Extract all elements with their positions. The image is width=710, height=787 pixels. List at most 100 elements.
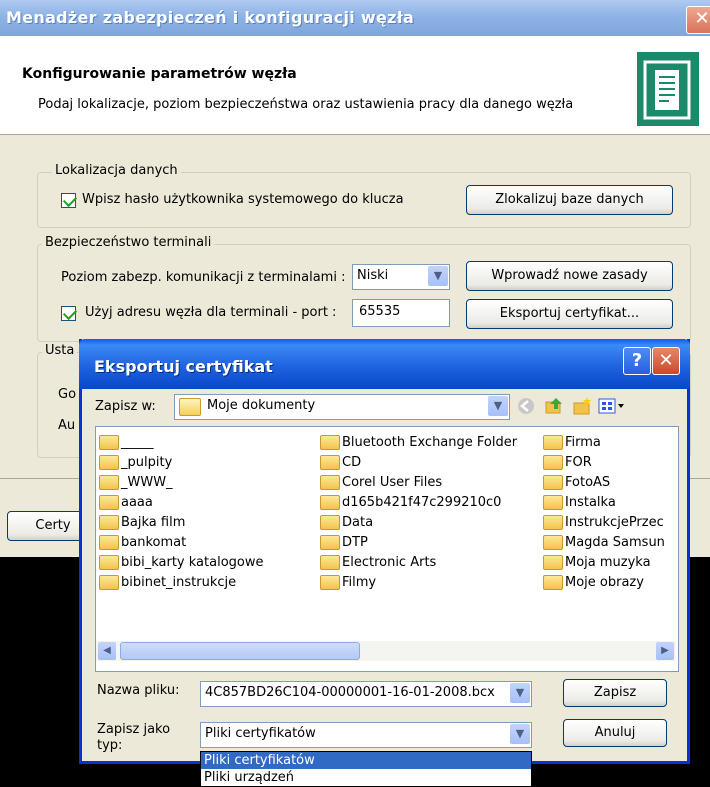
scroll-right-icon[interactable]: ▶ <box>656 642 674 660</box>
folder-icon <box>320 455 340 470</box>
file-name-label: Nazwa pliku: <box>97 683 180 698</box>
folder-label: aaaa <box>121 495 153 510</box>
header-title: Konfigurowanie parametrów węzła <box>22 66 297 82</box>
folder-icon <box>543 555 563 570</box>
folder-item[interactable]: FotoAS <box>543 473 674 493</box>
chevron-down-icon: ▼ <box>488 396 508 416</box>
window-title: Menadżer zabezpieczeń i konfiguracji węz… <box>6 8 415 27</box>
scrollbar-thumb[interactable] <box>120 642 360 660</box>
file-type-dropdown: Pliki certyfikatów Pliki urządzeń <box>200 751 532 787</box>
folder-label: Data <box>342 515 374 530</box>
folder-icon <box>99 555 119 570</box>
folder-label: bibi_karty katalogowe <box>121 555 264 570</box>
folder-item[interactable]: _WWW_ <box>99 473 264 493</box>
use-node-address-label: Użyj adresu węzła dla terminali - port : <box>85 305 337 320</box>
folder-item[interactable]: Moja muzyka <box>543 553 674 573</box>
folder-item[interactable]: Moje obrazy <box>543 573 674 593</box>
file-list-column: Firma FOR FotoAS Instalka InstrukcjePrzec Mag… <box>543 433 674 593</box>
folder-item[interactable]: Filmy <box>320 573 517 593</box>
folder-item[interactable]: Electronic Arts <box>320 553 517 573</box>
chevron-down-icon: ▼ <box>510 683 530 703</box>
key-password-checkbox[interactable] <box>61 192 78 208</box>
file-list-column: _____ _pulpity _WWW_aaaa Bajka film bankomat… <box>99 433 264 593</box>
folder-item[interactable]: Magda Samsun <box>543 533 674 553</box>
folder-icon <box>543 435 563 450</box>
folder-label: bibinet_instrukcje <box>121 575 237 590</box>
folder-label: _pulpity <box>121 455 173 470</box>
folder-item[interactable]: Bajka film <box>99 513 264 533</box>
folder-label: Magda Samsun <box>565 535 665 550</box>
folder-label: CD <box>342 455 362 470</box>
folder-item[interactable]: Firma <box>543 433 674 453</box>
file-name-value: 4C857BD26C104-00000001-16-01-2008.bcx <box>205 685 495 700</box>
folder-label: Bajka film <box>121 515 186 530</box>
save-in-label: Zapisz w: <box>95 399 156 414</box>
dropdown-option-selected[interactable]: Pliki certyfikatów <box>201 752 531 769</box>
folder-icon <box>99 535 119 550</box>
folder-label: Moje obrazy <box>565 575 644 590</box>
folder-item[interactable]: d165b421f47c299210c0 <box>320 493 517 513</box>
my-documents-icon <box>179 398 201 416</box>
folder-item[interactable]: Data <box>320 513 517 533</box>
folder-item[interactable]: bankomat <box>99 533 264 553</box>
cancel-button[interactable]: Anuluj <box>563 719 667 747</box>
folder-icon <box>543 575 563 590</box>
save-in-select[interactable]: Moje dokumenty ▼ <box>174 394 510 420</box>
folder-label: Electronic Arts <box>342 555 437 570</box>
folder-icon <box>320 555 340 570</box>
dropdown-option[interactable]: Pliki urządzeń <box>201 769 531 786</box>
folder-icon <box>320 515 340 530</box>
folder-item[interactable]: Bluetooth Exchange Folder <box>320 433 517 453</box>
folder-item[interactable]: _____ <box>99 433 264 453</box>
folder-icon <box>320 535 340 550</box>
security-level-label: Poziom zabezp. komunikacji z terminalami… <box>61 270 346 285</box>
security-level-select[interactable]: Niski ▼ <box>352 264 450 290</box>
file-type-label-line: Zapisz jako <box>97 722 171 737</box>
folder-item[interactable]: bibinet_instrukcje <box>99 573 264 593</box>
help-icon[interactable]: ? <box>623 347 651 375</box>
group-title: Lokalizacja danych <box>52 163 181 178</box>
locate-database-button[interactable]: Zlokalizuj baze danych <box>466 185 673 215</box>
folder-item[interactable]: Corel User Files <box>320 473 517 493</box>
chevron-down-icon: ▼ <box>510 724 530 744</box>
new-rules-button[interactable]: Wprowadź nowe zasady <box>466 261 673 291</box>
folder-icon <box>99 515 119 530</box>
port-value: 65535 <box>359 304 401 319</box>
close-icon[interactable]: ✕ <box>652 347 680 375</box>
folder-item[interactable]: _pulpity <box>99 453 264 473</box>
new-folder-icon[interactable] <box>572 396 592 416</box>
view-menu-icon[interactable] <box>598 396 626 416</box>
group-title: Usta <box>42 343 78 358</box>
folder-icon <box>99 435 119 450</box>
folder-item[interactable]: CD <box>320 453 517 473</box>
dialog-title: Eksportuj certyfikat <box>94 357 273 376</box>
folder-item[interactable]: Instalka <box>543 493 674 513</box>
file-type-label: Zapisz jako typ: <box>97 722 170 754</box>
horizontal-scrollbar[interactable]: ◀ ▶ <box>96 641 676 661</box>
port-input[interactable]: 65535 <box>352 299 450 327</box>
folder-icon <box>543 535 563 550</box>
file-name-combobox[interactable]: 4C857BD26C104-00000001-16-01-2008.bcx ▼ <box>200 681 532 707</box>
file-type-select[interactable]: Pliki certyfikatów ▼ <box>200 722 532 748</box>
folder-icon <box>320 435 340 450</box>
folder-item[interactable]: InstrukcjePrzec <box>543 513 674 533</box>
close-icon[interactable]: ✕ <box>686 6 710 34</box>
folder-label: Filmy <box>342 575 377 590</box>
save-button[interactable]: Zapisz <box>563 679 667 707</box>
folder-item[interactable]: DTP <box>320 533 517 553</box>
folder-icon <box>99 475 119 490</box>
export-certificate-button[interactable]: Eksportuj certyfikat... <box>466 299 673 329</box>
folder-label: d165b421f47c299210c0 <box>342 495 502 510</box>
wizard-header <box>0 36 710 135</box>
back-icon[interactable] <box>516 396 536 416</box>
save-in-value: Moje dokumenty <box>207 398 316 413</box>
group-title: Bezpieczeństwo terminali <box>42 235 215 250</box>
header-subtitle: Podaj lokalizacje, poziom bezpieczeństwa… <box>38 97 574 112</box>
folder-item[interactable]: aaaa <box>99 493 264 513</box>
use-node-address-checkbox[interactable] <box>61 305 78 321</box>
folder-icon <box>543 455 563 470</box>
scroll-left-icon[interactable]: ◀ <box>98 642 116 660</box>
folder-item[interactable]: FOR <box>543 453 674 473</box>
up-folder-icon[interactable] <box>544 396 564 416</box>
folder-item[interactable]: bibi_karty katalogowe <box>99 553 264 573</box>
